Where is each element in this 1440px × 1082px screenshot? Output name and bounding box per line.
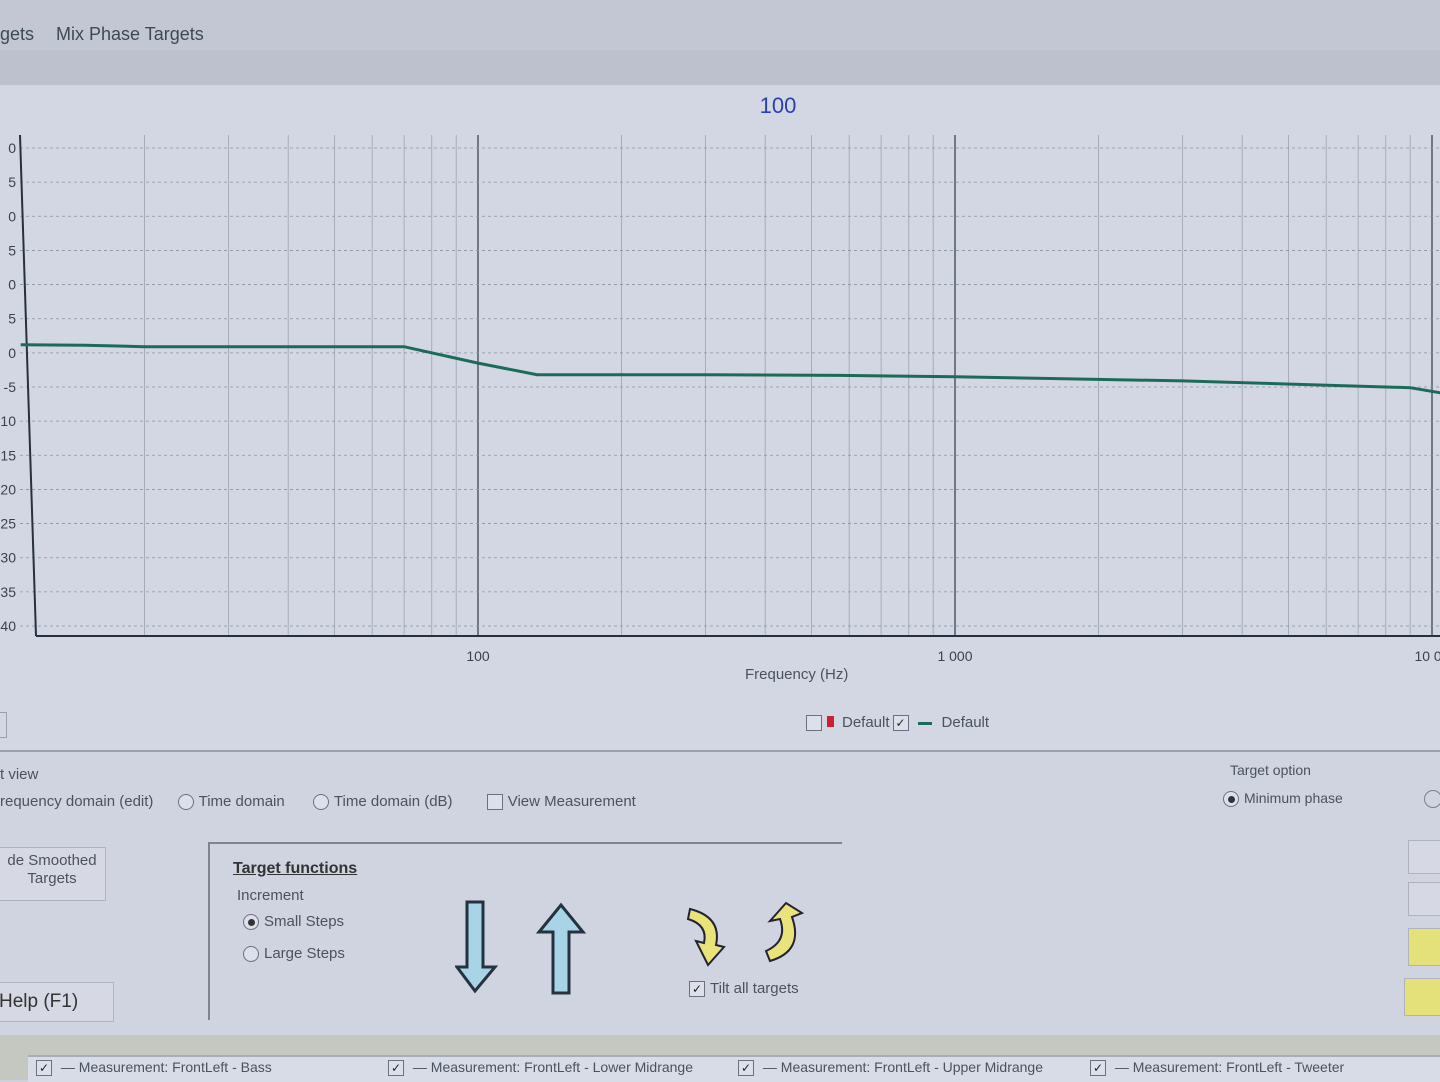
y-axis (19, 134, 37, 637)
y-tick-label: 0 (8, 277, 16, 293)
y-tick-label: -40 (0, 618, 16, 634)
radio-frequency-domain[interactable]: requency domain (edit) (0, 793, 153, 810)
arrow-up-icon[interactable] (535, 902, 587, 995)
tilt-all-targets-checkbox[interactable]: ✓ Tilt all targets (689, 980, 799, 998)
measurement-lower-midrange[interactable]: ✓ — Measurement: FrontLeft - Lower Midra… (388, 1059, 693, 1077)
target-option-label: Target option (1230, 762, 1311, 778)
radio-other-phase[interactable] (1424, 790, 1440, 808)
legend-marker-red (827, 716, 834, 727)
tilt-up-icon[interactable] (764, 901, 805, 963)
legend-checkbox-1[interactable] (806, 715, 822, 732)
x-axis-label: Frequency (Hz) (745, 666, 849, 683)
tilt-down-icon[interactable] (686, 907, 726, 967)
legend: Default ✓ Default (806, 714, 990, 732)
increment-label: Increment (237, 887, 304, 904)
y-tick-label: -5 (4, 379, 17, 395)
measurement-upper-midrange[interactable]: ✓ — Measurement: FrontLeft - Upper Midra… (738, 1059, 1043, 1077)
frequency-chart[interactable]: 0 5 0 5 0 5 0 -5 10 15 20 25 30 -35 -40 100 1 000 10 00 (0, 0, 1440, 700)
measurement-bar: ✓ — Measurement: FrontLeft - Bass ✓ — Me… (0, 1035, 1440, 1082)
scroll-button[interactable] (0, 712, 7, 738)
y-tick-label: 10 (0, 413, 16, 429)
y-tick-label: 0 (8, 345, 16, 361)
level-arrows (455, 900, 587, 995)
radio-large-steps[interactable]: Large Steps (243, 945, 345, 963)
y-tick-label: 5 (8, 174, 16, 190)
series-line-default (20, 343, 1440, 395)
hide-smoothed-targets-button[interactable]: de Smoothed Targets (0, 847, 106, 901)
measurement-tweeter[interactable]: ✓ — Measurement: FrontLeft - Tweeter (1090, 1059, 1344, 1077)
y-tick-label: -35 (0, 584, 16, 600)
control-panel: t view requency domain (edit) Time domai… (0, 750, 1440, 1037)
legend-label-1: Default (842, 714, 890, 731)
y-tick-label: 5 (8, 311, 16, 327)
measurement-bass[interactable]: ✓ — Measurement: FrontLeft - Bass (36, 1059, 272, 1077)
legend-checkbox-2[interactable]: ✓ (892, 715, 909, 732)
x-tick-label: 100 (466, 648, 490, 664)
help-button[interactable]: Help (F1) (0, 982, 114, 1022)
radio-time-domain[interactable]: Time domain (177, 793, 285, 811)
y-tick-label: 5 (8, 242, 16, 258)
side-button-2[interactable] (1408, 882, 1440, 916)
view-label: t view (0, 766, 39, 783)
y-tick-label: 25 (0, 516, 16, 532)
y-tick-label: 0 (8, 208, 16, 224)
legend-label-2: Default (941, 714, 990, 731)
arrow-down-icon[interactable] (455, 900, 499, 994)
side-button-yellow-2[interactable] (1404, 978, 1440, 1016)
side-button-1[interactable] (1408, 840, 1440, 874)
radio-small-steps[interactable]: Small Steps (243, 913, 344, 931)
y-tick-label: 15 (0, 447, 16, 463)
radio-time-domain-db[interactable]: Time domain (dB) (312, 793, 453, 811)
radio-minimum-phase[interactable]: Minimum phase (1223, 790, 1343, 808)
tilt-arrows (686, 901, 805, 967)
x-tick-label: 10 00 (1414, 648, 1440, 664)
target-functions-title: Target functions (233, 860, 358, 877)
view-measurement-checkbox[interactable]: View Measurement (486, 793, 636, 811)
x-tick-label: 1 000 (937, 648, 972, 664)
side-button-yellow-1[interactable] (1408, 928, 1440, 966)
y-tick-label: 20 (0, 481, 16, 497)
y-tick-label: 0 (8, 140, 16, 156)
legend-marker-green (917, 721, 932, 725)
y-tick-label: 30 (0, 550, 16, 566)
